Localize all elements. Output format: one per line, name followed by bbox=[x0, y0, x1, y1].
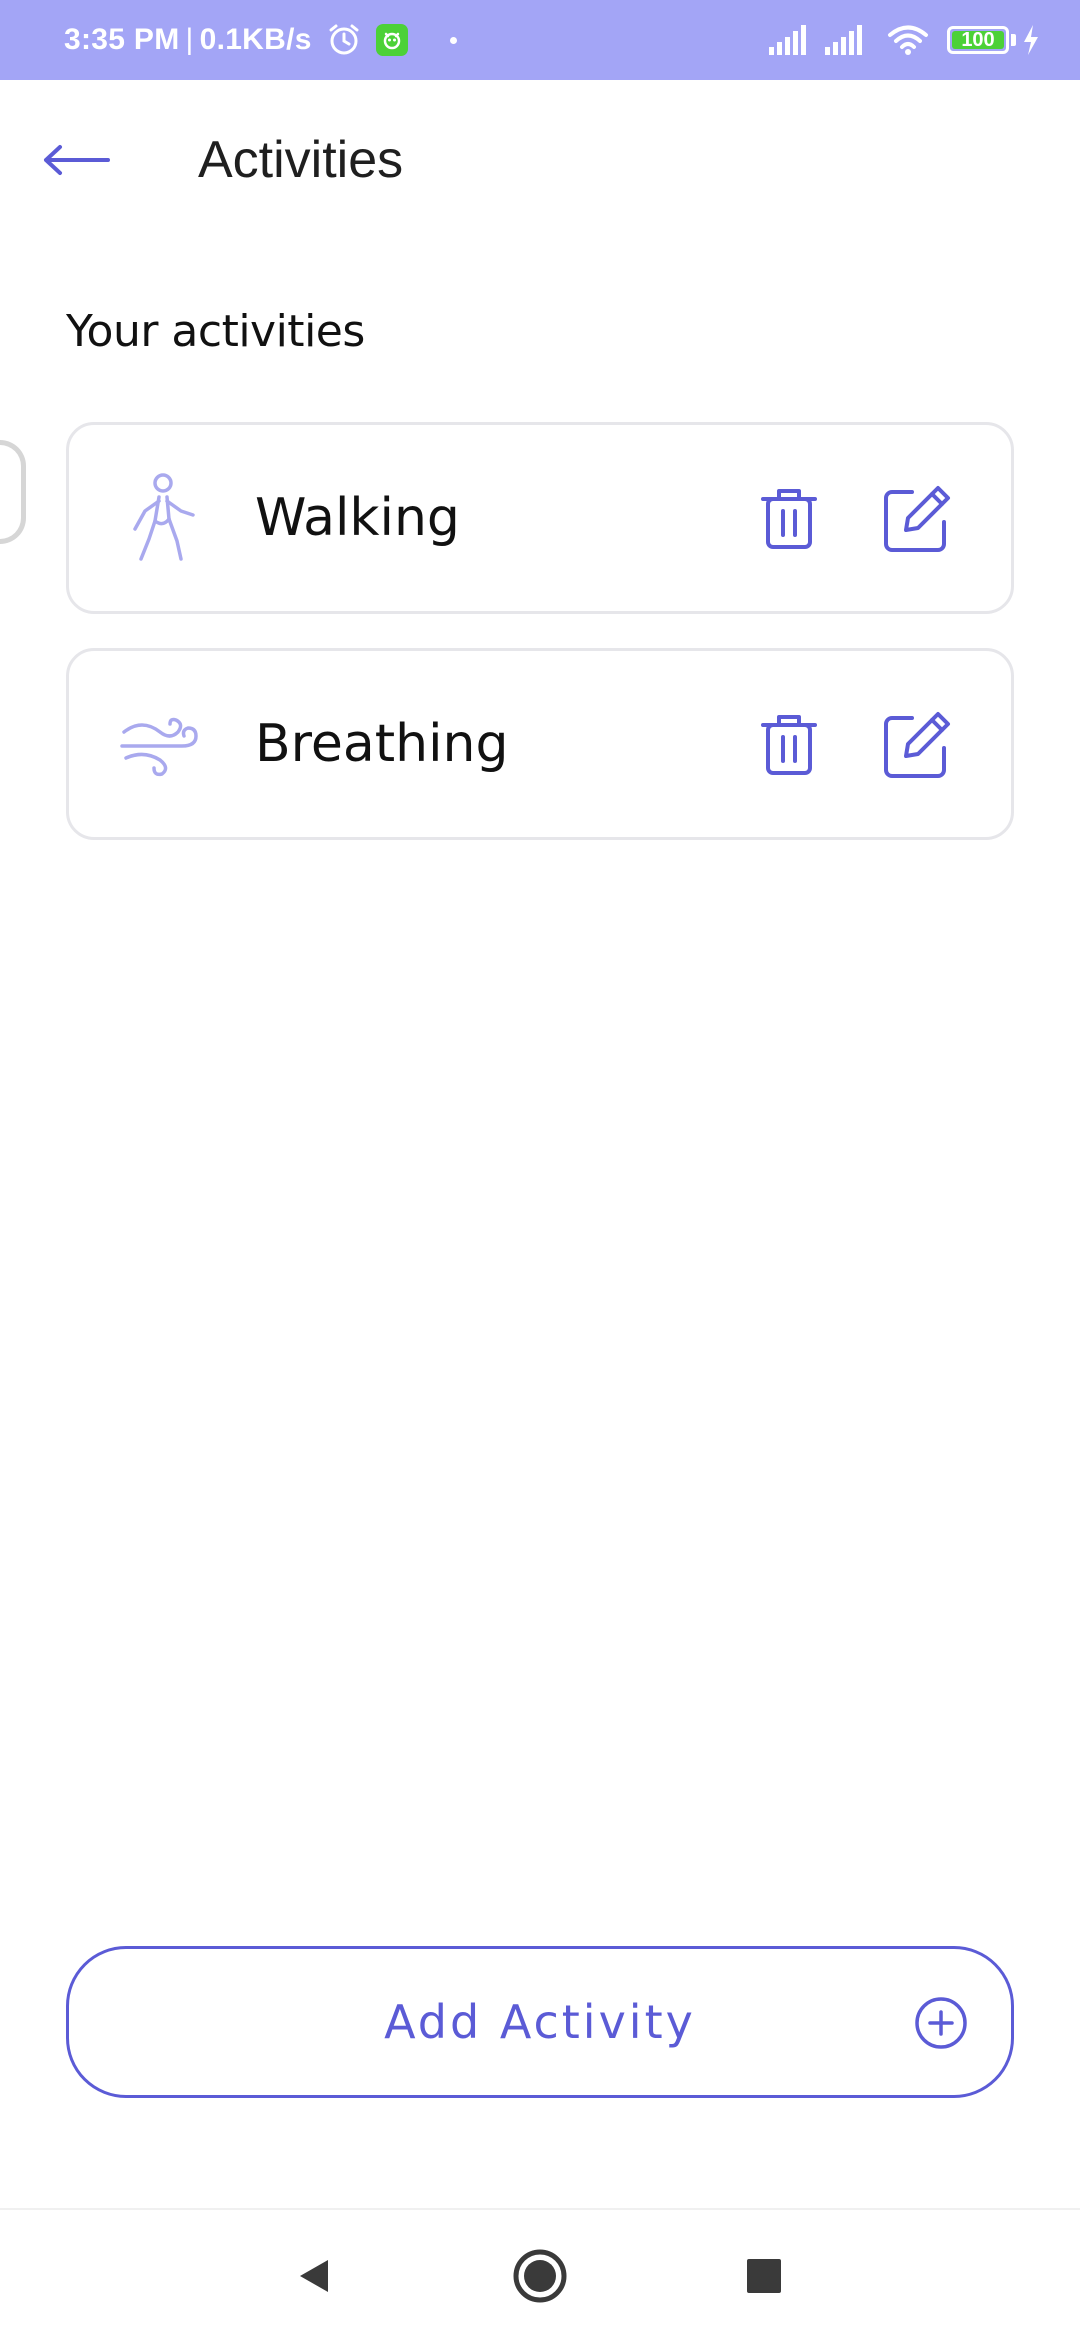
status-right: 100 bbox=[769, 0, 1040, 80]
add-activity-button[interactable]: Add Activity bbox=[66, 1946, 1014, 2098]
edit-icon bbox=[884, 712, 950, 778]
home-circle-icon bbox=[513, 2249, 567, 2303]
nav-back-button[interactable] bbox=[284, 2246, 344, 2306]
activity-label: Breathing bbox=[255, 714, 509, 774]
battery-level: 100 bbox=[961, 28, 995, 51]
arrow-left-icon bbox=[44, 145, 110, 175]
notification-dot bbox=[449, 36, 457, 44]
wifi-icon bbox=[888, 25, 928, 55]
battery-icon: 100 bbox=[947, 26, 1009, 54]
status-left: 3:35 PM | 0.1KB/s bbox=[64, 0, 457, 80]
add-activity-label: Add Activity bbox=[384, 1995, 696, 2049]
edit-icon bbox=[884, 486, 950, 552]
edge-swipe-handle[interactable] bbox=[0, 440, 26, 544]
delete-button[interactable] bbox=[749, 479, 829, 559]
alarm-icon bbox=[329, 24, 359, 55]
status-net-speed: 0.1KB/s bbox=[199, 23, 312, 56]
wind-icon bbox=[113, 695, 213, 795]
activity-label: Walking bbox=[255, 488, 460, 548]
trash-icon bbox=[761, 715, 817, 775]
charging-icon bbox=[1024, 25, 1038, 55]
walking-person-icon bbox=[113, 469, 213, 569]
nav-recents-button[interactable] bbox=[734, 2246, 794, 2306]
activity-card-breathing[interactable]: Breathing bbox=[66, 648, 1014, 840]
trash-icon bbox=[761, 489, 817, 549]
section-heading: Your activities bbox=[66, 306, 365, 357]
delete-button[interactable] bbox=[749, 705, 829, 785]
edit-button[interactable] bbox=[877, 705, 957, 785]
status-bar: 3:35 PM | 0.1KB/s 100 bbox=[0, 0, 1080, 80]
edit-button[interactable] bbox=[877, 479, 957, 559]
nav-home-button[interactable] bbox=[510, 2246, 570, 2306]
recents-square-icon bbox=[747, 2259, 781, 2293]
signal-icon bbox=[825, 25, 862, 55]
status-time: 3:35 PM bbox=[64, 23, 180, 56]
page-title: Activities bbox=[198, 131, 404, 189]
battery-tip bbox=[1011, 34, 1016, 46]
back-triangle-icon bbox=[300, 2260, 328, 2292]
status-separator: | bbox=[185, 23, 194, 56]
plus-circle-icon bbox=[915, 1997, 967, 2049]
back-button[interactable] bbox=[36, 120, 116, 200]
activity-card-walking[interactable]: Walking bbox=[66, 422, 1014, 614]
app-notification-icon bbox=[375, 24, 408, 56]
signal-icon bbox=[769, 25, 806, 55]
system-nav-bar bbox=[0, 2208, 1080, 2342]
